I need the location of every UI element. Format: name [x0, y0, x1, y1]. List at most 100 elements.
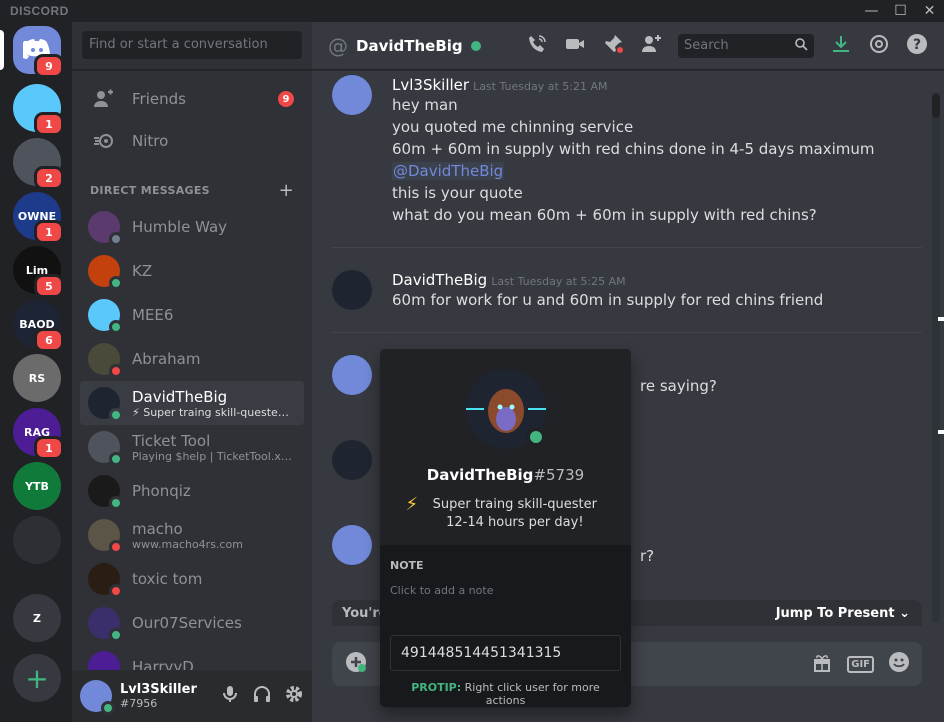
message-text: r?: [640, 547, 655, 565]
server-icon[interactable]: RAG 1: [13, 408, 64, 460]
voice-call-icon[interactable]: [526, 33, 548, 59]
emoji-icon[interactable]: [888, 651, 910, 677]
dm-item[interactable]: Our07Services: [80, 601, 304, 645]
nav-friends[interactable]: Friends 9: [80, 78, 304, 120]
server-icon[interactable]: 2: [13, 138, 64, 190]
pin-icon[interactable]: [602, 33, 624, 59]
help-icon[interactable]: ?: [906, 33, 928, 59]
gift-icon[interactable]: [811, 651, 833, 677]
video-call-icon[interactable]: [564, 33, 586, 59]
dm-text: MEE6: [132, 306, 173, 324]
dm-item[interactable]: KZ: [80, 249, 304, 293]
nitro-icon: [88, 125, 120, 157]
mention-badge: 2: [34, 166, 64, 190]
note-input[interactable]: Click to add a note: [390, 584, 621, 597]
friends-badge: 9: [278, 91, 294, 107]
add-server-button[interactable]: +: [13, 654, 61, 702]
headphones-icon[interactable]: [252, 684, 272, 708]
dm-item[interactable]: macho www.macho4rs.com: [80, 513, 304, 557]
dm-item[interactable]: MEE6: [80, 293, 304, 337]
server-list: 9 1 2 OWNE 1 Lim 5 BAOD 6 RS RAG 1 YTB Z +: [0, 22, 72, 722]
server-icon[interactable]: Z: [13, 594, 61, 642]
server-icon[interactable]: [13, 516, 61, 564]
lightning-icon: ⚡: [405, 494, 419, 515]
add-friend-to-dm-icon[interactable]: [640, 33, 662, 59]
avatar[interactable]: [332, 270, 372, 310]
nitro-label: Nitro: [132, 132, 169, 150]
message-text: what do you mean 60m + 60m in supply wit…: [392, 206, 817, 224]
gif-button[interactable]: GIF: [847, 655, 874, 673]
server-icon[interactable]: OWNE 1: [13, 192, 64, 244]
user-name: Lvl3Skiller: [120, 682, 197, 697]
chat-scrollbar[interactable]: [932, 92, 940, 622]
upload-plus-icon[interactable]: [344, 650, 368, 678]
jump-to-present-button[interactable]: Jump To Present ⌄: [776, 606, 910, 621]
message-author[interactable]: DavidTheBig: [392, 271, 487, 289]
mention-badge: 1: [34, 436, 64, 460]
dm-text: DavidTheBig ⚡ Super traing skill-quester …: [132, 388, 292, 419]
home-button[interactable]: 9: [13, 26, 64, 78]
dm-item[interactable]: toxic tom: [80, 557, 304, 601]
dm-item[interactable]: DavidTheBig ⚡ Super traing skill-quester …: [80, 381, 304, 425]
gear-icon[interactable]: [284, 684, 304, 708]
status-indicator: [109, 320, 123, 334]
dm-name: Phonqiz: [132, 482, 191, 500]
avatar[interactable]: [332, 355, 372, 395]
dm-name: Abraham: [132, 350, 201, 368]
chat-header: @ DavidTheBig Search ?: [312, 22, 944, 70]
dm-item[interactable]: Phonqiz: [80, 469, 304, 513]
status-indicator: [109, 628, 123, 642]
user-tag: #7956: [120, 697, 158, 710]
server-icon[interactable]: RS: [13, 354, 61, 402]
dm-subtext: www.macho4rs.com: [132, 537, 243, 551]
message-author[interactable]: Lvl3Skiller: [392, 76, 469, 94]
dm-text: Humble Way: [132, 218, 227, 236]
dm-text: KZ: [132, 262, 152, 280]
message-text: this is your quote: [392, 184, 523, 202]
chat-search-input[interactable]: Search: [678, 33, 814, 58]
dm-name: Ticket Tool: [132, 431, 211, 450]
dm-item[interactable]: Humble Way: [80, 205, 304, 249]
note-label: NOTE: [390, 559, 424, 572]
avatar[interactable]: [332, 75, 372, 115]
server-icon[interactable]: YTB: [13, 462, 61, 510]
avatar[interactable]: [80, 680, 115, 715]
dm-item[interactable]: Ticket Tool Playing $help | TicketTool.xy…: [80, 425, 304, 469]
download-icon[interactable]: [830, 33, 852, 59]
mention-badge: 5: [34, 274, 64, 298]
server-initials: Z: [33, 611, 41, 625]
mentions-icon[interactable]: [868, 33, 890, 59]
nav-nitro[interactable]: Nitro: [80, 120, 304, 162]
find-conversation-input[interactable]: Find or start a conversation: [82, 31, 302, 59]
dm-name: MEE6: [132, 306, 174, 324]
close-button[interactable]: ✕: [915, 0, 944, 22]
status-indicator: [109, 408, 123, 422]
avatar[interactable]: [332, 440, 372, 480]
server-icon[interactable]: Lim 5: [13, 246, 64, 298]
mention-badge: 1: [34, 112, 64, 136]
message-timestamp: Last Tuesday at 5:21 AM: [473, 80, 608, 93]
user-mention[interactable]: @DavidTheBig: [392, 162, 505, 180]
avatar[interactable]: [465, 369, 546, 449]
chevron-down-icon: ⌄: [899, 605, 910, 621]
status-indicator: [109, 584, 123, 598]
dm-text: Phonqiz: [132, 482, 191, 500]
search-icon: [794, 37, 808, 55]
server-icon[interactable]: 1: [13, 84, 64, 136]
scrollbar-thumb[interactable]: [932, 94, 940, 118]
message-text: you quoted me chinning service: [392, 118, 634, 136]
custom-status-text: Super traing skill-quester 12-14 hours p…: [432, 497, 598, 530]
server-icon[interactable]: BAOD 6: [13, 300, 64, 352]
server-initials: +: [25, 661, 49, 695]
svg-text:?: ?: [913, 37, 921, 53]
mention-badge: 9: [34, 54, 64, 78]
message-text: 60m for work for u and 60m in supply for…: [392, 291, 824, 309]
minimize-button[interactable]: —: [857, 0, 886, 22]
maximize-button[interactable]: ☐: [886, 0, 915, 22]
dm-item[interactable]: Abraham: [80, 337, 304, 381]
avatar[interactable]: [332, 525, 372, 565]
user-id-field[interactable]: 491448514451341315: [390, 635, 621, 671]
microphone-icon[interactable]: [220, 684, 240, 708]
user-profile-popout: DavidTheBig#5739 ⚡ Super traing skill-qu…: [380, 349, 631, 707]
create-dm-button[interactable]: +: [279, 180, 294, 201]
